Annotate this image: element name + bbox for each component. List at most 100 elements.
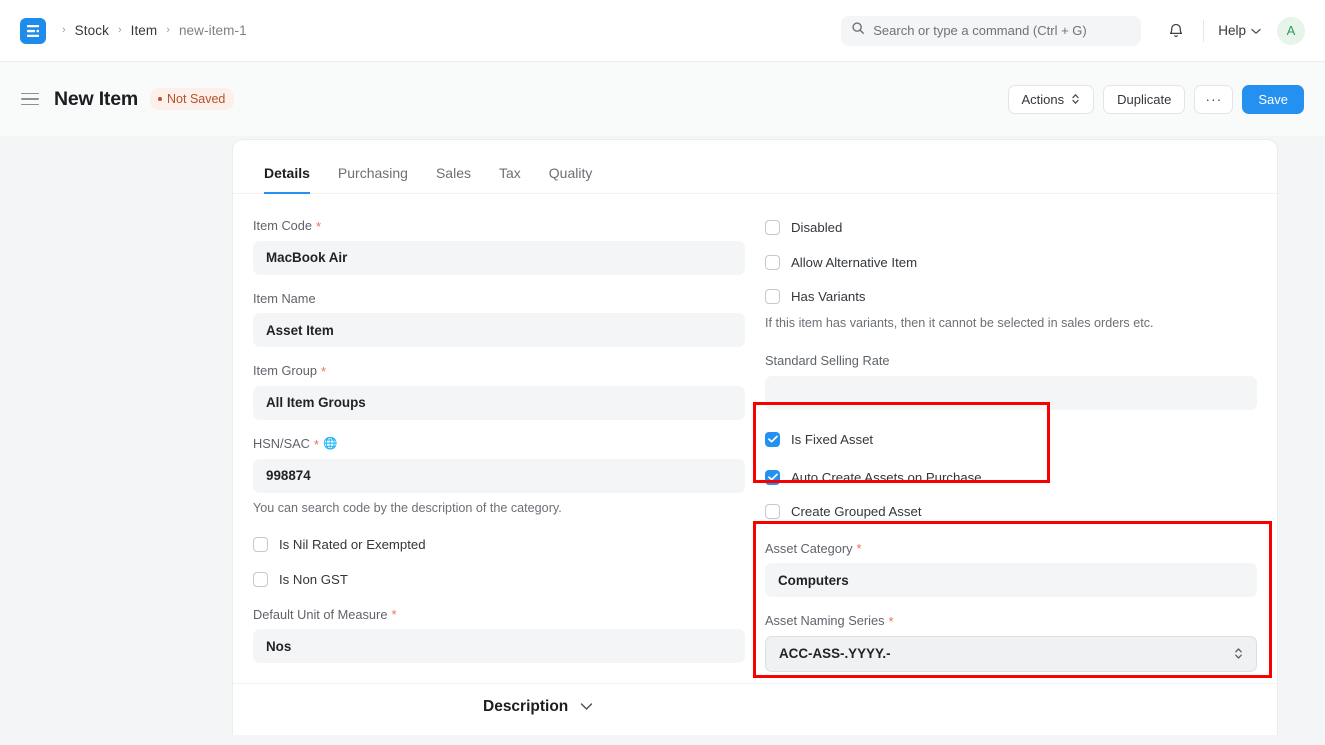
form-column-left: Item Code * MacBook Air Item Name Asset … [253, 218, 745, 688]
stepper-icon [1071, 93, 1080, 105]
field-label: Item Code * [253, 218, 745, 235]
default-uom-input[interactable]: Nos [253, 629, 745, 664]
checkbox-is-nil-rated[interactable]: Is Nil Rated or Exempted [253, 536, 745, 552]
search-input[interactable]: Search or type a command (Ctrl + G) [841, 15, 1142, 46]
checkbox-is-fixed-asset[interactable]: Is Fixed Asset [765, 431, 1257, 447]
asset-naming-series-label: Asset Naming Series [765, 613, 885, 629]
item-group-input[interactable]: All Item Groups [253, 385, 745, 420]
required-marker: * [391, 607, 397, 623]
navbar-right: Search or type a command (Ctrl + G) Help… [841, 15, 1325, 46]
field-item-code: Item Code * MacBook Air [253, 218, 745, 275]
erpnext-logo-icon[interactable] [20, 17, 46, 44]
globe-icon: 🌐 [322, 437, 338, 450]
asset-naming-series-select[interactable]: ACC-ASS-.YYYY.- [765, 635, 1257, 672]
page-bottom-strip [0, 735, 1325, 745]
stepper-icon [1234, 647, 1243, 660]
standard-selling-rate-input[interactable] [765, 375, 1257, 410]
field-asset-category: Asset Category * Computers [765, 541, 1257, 598]
app-page: › Stock › Item › new-item-1 Search or ty… [0, 0, 1325, 745]
save-button[interactable]: Save [1242, 84, 1304, 114]
asset-category-input[interactable]: Computers [765, 563, 1257, 598]
status-dot [158, 97, 163, 101]
item-code-label: Item Code [253, 218, 313, 233]
field-label: Item Name [253, 291, 745, 308]
checkbox-box[interactable] [765, 255, 780, 270]
tab-sales[interactable]: Sales [422, 165, 485, 193]
checkbox-box[interactable] [253, 571, 268, 587]
hsn-sac-input[interactable]: 998874 [253, 458, 745, 493]
field-hsn-sac: HSN/SAC * 🌐 998874 You can search code b… [253, 436, 745, 517]
item-code-input[interactable]: MacBook Air [253, 240, 745, 275]
checkbox-auto-create-assets[interactable]: Auto Create Assets on Purchase [765, 469, 1257, 485]
avatar[interactable]: A [1277, 16, 1305, 45]
field-standard-selling-rate: Standard Selling Rate [765, 353, 1257, 410]
chevron-down-icon [1251, 23, 1261, 38]
chevron-down-icon[interactable] [580, 698, 593, 716]
checkbox-disabled[interactable]: Disabled [765, 220, 1257, 235]
item-name-input[interactable]: Asset Item [253, 313, 745, 348]
help-label: Help [1218, 23, 1246, 38]
checkbox-allow-alternative-item[interactable]: Allow Alternative Item [765, 255, 1257, 270]
description-section-header[interactable]: Description [483, 698, 593, 716]
checkbox-box[interactable] [765, 503, 780, 519]
duplicate-button[interactable]: Duplicate [1103, 84, 1186, 114]
breadcrumb-item-stock[interactable]: Stock [75, 23, 109, 38]
standard-selling-rate-label: Standard Selling Rate [765, 353, 890, 368]
checkbox-label: Allow Alternative Item [791, 255, 918, 270]
checkbox-box[interactable] [765, 289, 780, 304]
breadcrumb-item-item[interactable]: Item [131, 23, 158, 38]
checkbox-label: Auto Create Assets on Purchase [791, 469, 982, 485]
required-marker: * [888, 614, 894, 630]
form-card: Details Purchasing Sales Tax Quality Ite… [233, 140, 1277, 735]
field-label: Standard Selling Rate [765, 353, 1257, 370]
checkbox-label: Disabled [791, 220, 843, 235]
checkbox-box[interactable] [765, 469, 780, 485]
field-item-group: Item Group * All Item Groups [253, 363, 745, 420]
actions-button[interactable]: Actions [1007, 84, 1095, 114]
duplicate-button-label: Duplicate [1117, 91, 1172, 107]
field-label: Asset Category * [765, 541, 1257, 558]
breadcrumb-separator: › [166, 24, 170, 36]
status-badge: Not Saved [150, 88, 235, 110]
asset-category-label: Asset Category [765, 540, 853, 556]
breadcrumb-separator: › [62, 24, 66, 36]
required-marker: * [316, 218, 322, 234]
actions-button-label: Actions [1021, 91, 1065, 107]
page-header: New Item Not Saved Actions Duplicate ··· [0, 62, 1325, 136]
breadcrumb: › Stock › Item › new-item-1 [62, 23, 247, 38]
more-options-button[interactable]: ··· [1194, 84, 1234, 114]
has-variants-help: If this item has variants, then it canno… [765, 316, 1154, 330]
checkbox-box[interactable] [253, 536, 268, 552]
checkbox-label: Is Fixed Asset [791, 431, 874, 447]
hamburger-icon[interactable] [21, 92, 39, 106]
field-label: Asset Naming Series * [765, 613, 1257, 630]
checkbox-has-variants[interactable]: Has Variants [765, 289, 1257, 304]
tab-purchasing[interactable]: Purchasing [324, 165, 422, 193]
checkbox-box[interactable] [765, 431, 780, 447]
field-label: HSN/SAC * 🌐 [253, 436, 745, 453]
form-column-right: Disabled Allow Alternative Item Has Vari… [765, 218, 1257, 688]
save-button-label: Save [1258, 91, 1288, 107]
field-default-uom: Default Unit of Measure * Nos [253, 607, 745, 664]
tab-tax[interactable]: Tax [485, 165, 535, 193]
help-menu[interactable]: Help [1218, 23, 1261, 38]
checkbox-box[interactable] [765, 220, 780, 235]
tab-quality[interactable]: Quality [535, 165, 607, 193]
tab-details[interactable]: Details [250, 165, 324, 194]
section-divider [233, 683, 1277, 684]
checkbox-create-grouped-asset[interactable]: Create Grouped Asset [765, 503, 1257, 519]
status-badge-label: Not Saved [167, 92, 226, 106]
checkbox-label: Has Variants [791, 289, 866, 304]
form-body: Item Code * MacBook Air Item Name Asset … [233, 194, 1277, 688]
page-actions: Actions Duplicate ··· Save [1007, 84, 1325, 114]
search-placeholder: Search or type a command (Ctrl + G) [873, 23, 1087, 38]
required-marker: * [321, 364, 327, 380]
item-name-label: Item Name [253, 290, 316, 306]
navbar-divider [1203, 19, 1205, 42]
field-label: Default Unit of Measure * [253, 607, 745, 624]
checkbox-label: Create Grouped Asset [791, 503, 922, 519]
checkbox-is-non-gst[interactable]: Is Non GST [253, 571, 745, 587]
bell-icon[interactable] [1163, 18, 1189, 44]
required-marker: * [856, 541, 862, 557]
search-icon [851, 21, 865, 40]
